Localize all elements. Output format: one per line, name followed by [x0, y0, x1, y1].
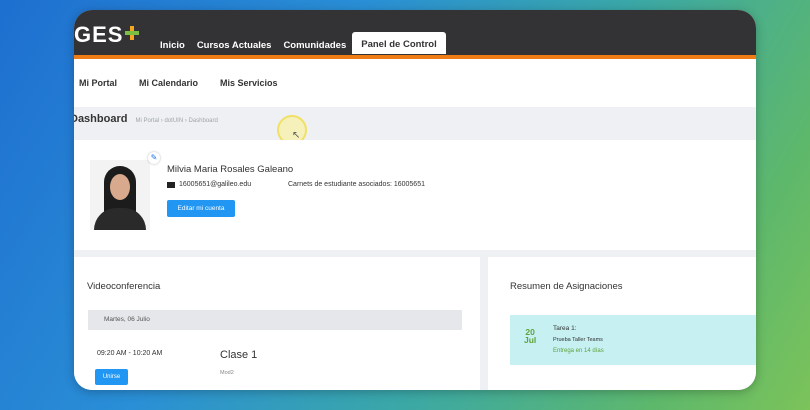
assignments-card: Resumen de Asignaciones 20 Jul Tarea 1: …: [480, 257, 756, 390]
nav-item-inicio[interactable]: Inicio: [154, 38, 191, 54]
subnav-item-mi-portal[interactable]: Mi Portal: [79, 78, 117, 88]
subnav-item-mi-calendario[interactable]: Mi Calendario: [139, 78, 198, 88]
breadcrumb[interactable]: Mi Portal › dotUIN › Dashboard: [135, 118, 217, 124]
assignment-item[interactable]: 20 Jul Tarea 1: Prueba Taller Teams Entr…: [510, 315, 756, 365]
profile-card: ✎ Milvia Maria Rosales Galeano 16005651@…: [74, 140, 756, 250]
logo-plus-icon: [125, 26, 140, 40]
assignment-title: Tarea 1:: [553, 325, 577, 332]
avatar: [90, 160, 150, 230]
assignment-date: 20 Jul: [524, 328, 537, 345]
videoconference-card: Videoconferencia Martes, 06 Julio 09:20 …: [74, 257, 480, 390]
edit-account-button[interactable]: Editar mi cuenta: [167, 200, 235, 217]
edit-photo-pencil-icon[interactable]: ✎: [148, 152, 160, 164]
day-header: Martes, 06 Julio: [88, 310, 462, 330]
subnav-item-mis-servicios[interactable]: Mis Servicios: [220, 78, 278, 88]
assignment-month: Jul: [524, 335, 537, 345]
nav-item-panel-de-control[interactable]: Panel de Control: [352, 32, 446, 54]
videoconference-title: Videoconferencia: [87, 281, 161, 292]
class-time: 09:20 AM - 10:20 AM: [97, 350, 163, 357]
main-nav: Inicio Cursos Actuales Comunidades Panel…: [154, 32, 446, 60]
profile-carnets: Carnets de estudiante asociados: 1600565…: [288, 181, 425, 188]
browser-frame: GES Inicio Cursos Actuales Comunidades P…: [74, 10, 756, 390]
page-title: Dashboard: [74, 113, 128, 125]
nav-item-cursos-actuales[interactable]: Cursos Actuales: [191, 38, 278, 54]
envelope-icon: [167, 181, 175, 188]
app-logo[interactable]: GES: [74, 22, 140, 48]
class-name: Clase 1: [220, 349, 258, 361]
profile-email-row: 16005651@galileo.edu: [167, 181, 251, 188]
dashboard-header: Dashboard Mi Portal › dotUIN › Dashboard: [74, 113, 218, 125]
top-navbar: GES Inicio Cursos Actuales Comunidades P…: [74, 10, 756, 59]
assignment-description: Prueba Taller Teams: [553, 337, 603, 343]
profile-email: 16005651@galileo.edu: [179, 181, 252, 188]
nav-item-comunidades[interactable]: Comunidades: [277, 38, 352, 54]
assignment-due: Entrega en 14 días: [553, 348, 604, 354]
join-button[interactable]: Unirse: [95, 369, 128, 385]
logo-text: GES: [74, 22, 124, 47]
sub-navbar: Mi Portal Mi Calendario Mis Servicios: [74, 59, 756, 107]
assignments-title: Resumen de Asignaciones: [510, 281, 623, 292]
class-code: Mod2: [220, 370, 234, 376]
profile-name: Milvia Maria Rosales Galeano: [167, 164, 294, 175]
